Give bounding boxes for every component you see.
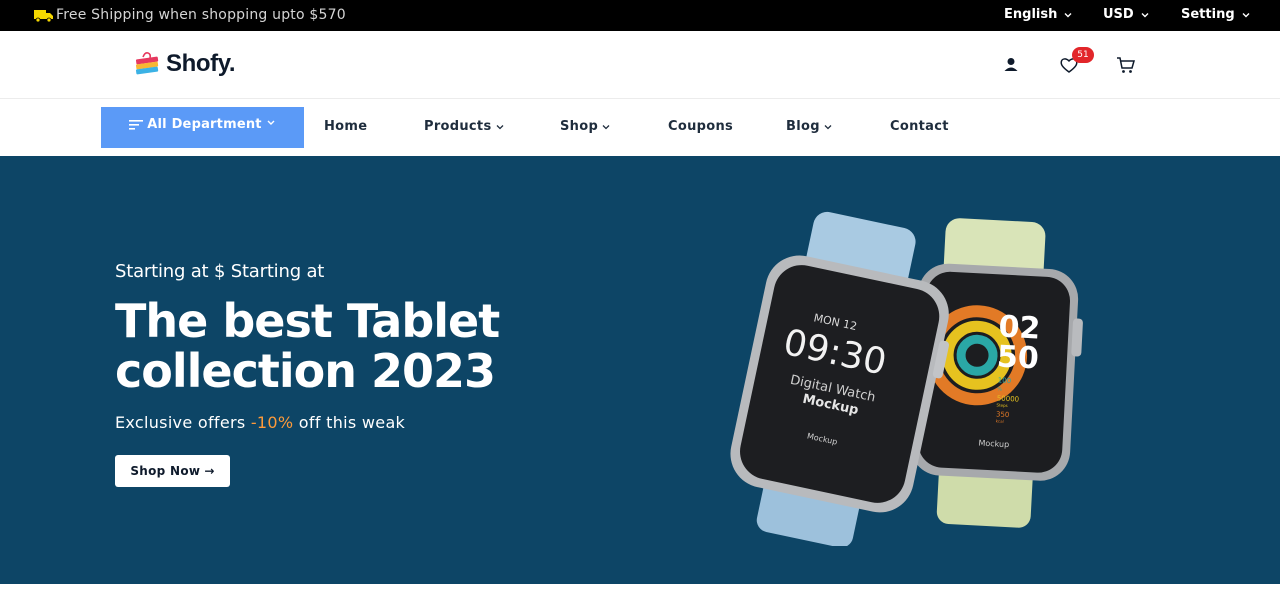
chevron-down-icon xyxy=(824,124,832,129)
nav-link-label: Shop xyxy=(560,119,599,134)
chevron-down-icon xyxy=(1141,12,1149,17)
hero-banner: Starting at $ Starting at The best Table… xyxy=(0,156,1280,584)
hero-headline: The best Tablet collection 2023 xyxy=(115,296,675,396)
top-announcement-bar: Free Shipping when shopping upto $570 En… xyxy=(0,0,1280,31)
nav-link-label: Coupons xyxy=(668,119,734,134)
hero-discount: -10% xyxy=(250,413,294,432)
user-icon[interactable] xyxy=(1000,54,1022,76)
watch-stat-text: 100 xyxy=(998,376,1012,385)
all-department-label: All Department xyxy=(147,117,262,132)
nav-link-label: Products xyxy=(424,119,492,134)
cart-icon[interactable] xyxy=(1115,54,1137,76)
shop-now-label: Shop Now xyxy=(130,464,201,478)
setting-selector[interactable]: Setting xyxy=(1181,7,1251,22)
smartwatch-product-image: 02 50 100 % 50000 Steps 350 kcal Mockup … xyxy=(730,211,1083,546)
chevron-down-icon xyxy=(602,124,610,129)
currency-label: USD xyxy=(1103,7,1134,22)
menu-lines-icon xyxy=(129,120,144,130)
chevron-down-icon xyxy=(1064,12,1072,17)
watch-stat-unit-text: Steps xyxy=(996,402,1007,408)
setting-label: Setting xyxy=(1181,7,1235,22)
logo-text: Shofy. xyxy=(166,50,236,77)
hero-subtext: Exclusive offers -10% off this weak xyxy=(115,413,405,432)
currency-selector[interactable]: USD xyxy=(1103,7,1150,22)
blue-watch: MON 12 09:30 Digital Watch Mockup Mockup xyxy=(730,211,950,546)
chevron-down-icon xyxy=(496,124,503,129)
all-department-button[interactable]: All Department xyxy=(101,107,304,148)
hero-eyebrow: Starting at $ Starting at xyxy=(115,261,325,282)
chevron-down-icon xyxy=(267,120,275,125)
truck-icon xyxy=(34,10,53,23)
watch-brand-text: Mockup xyxy=(978,438,1009,449)
wishlist-count-badge: 51 xyxy=(1072,47,1094,63)
nav-link-label: Home xyxy=(324,119,368,134)
nav-link-products[interactable]: Products xyxy=(424,119,505,134)
chevron-down-icon xyxy=(1242,12,1250,17)
nav-link-contact[interactable]: Contact xyxy=(890,119,949,134)
hero-headline-line2: collection 2023 xyxy=(115,344,496,398)
site-header: Shofy. 51 xyxy=(0,31,1280,99)
site-logo[interactable]: Shofy. xyxy=(134,50,236,78)
shipping-notice: Free Shipping when shopping upto $570 xyxy=(34,7,346,23)
nav-link-label: Blog xyxy=(786,119,820,134)
watch-stat-unit-text: % xyxy=(997,386,1002,392)
watch-stat-unit-text: kcal xyxy=(996,418,1004,423)
language-selector[interactable]: English xyxy=(1004,7,1073,22)
watch-minute-text: 50 xyxy=(996,339,1040,376)
main-navigation: All Department Home Products Shop Coupon… xyxy=(0,99,1280,156)
nav-link-coupons[interactable]: Coupons xyxy=(668,119,733,134)
shop-now-button[interactable]: Shop Now → xyxy=(115,455,230,487)
language-label: English xyxy=(1004,7,1058,22)
nav-link-home[interactable]: Home xyxy=(324,119,367,134)
page-bottom-strip xyxy=(0,584,1280,596)
nav-link-shop[interactable]: Shop xyxy=(560,119,611,134)
hero-subtext-after: off this weak xyxy=(293,413,406,432)
arrow-right-icon: → xyxy=(204,464,215,478)
shipping-text: Free Shipping when shopping upto $570 xyxy=(56,7,346,23)
hero-headline-line1: The best Tablet xyxy=(115,294,500,348)
nav-link-blog[interactable]: Blog xyxy=(786,119,833,134)
logo-bag-icon xyxy=(135,52,159,75)
nav-link-label: Contact xyxy=(890,119,949,134)
hero-subtext-before: Exclusive offers xyxy=(115,413,251,432)
